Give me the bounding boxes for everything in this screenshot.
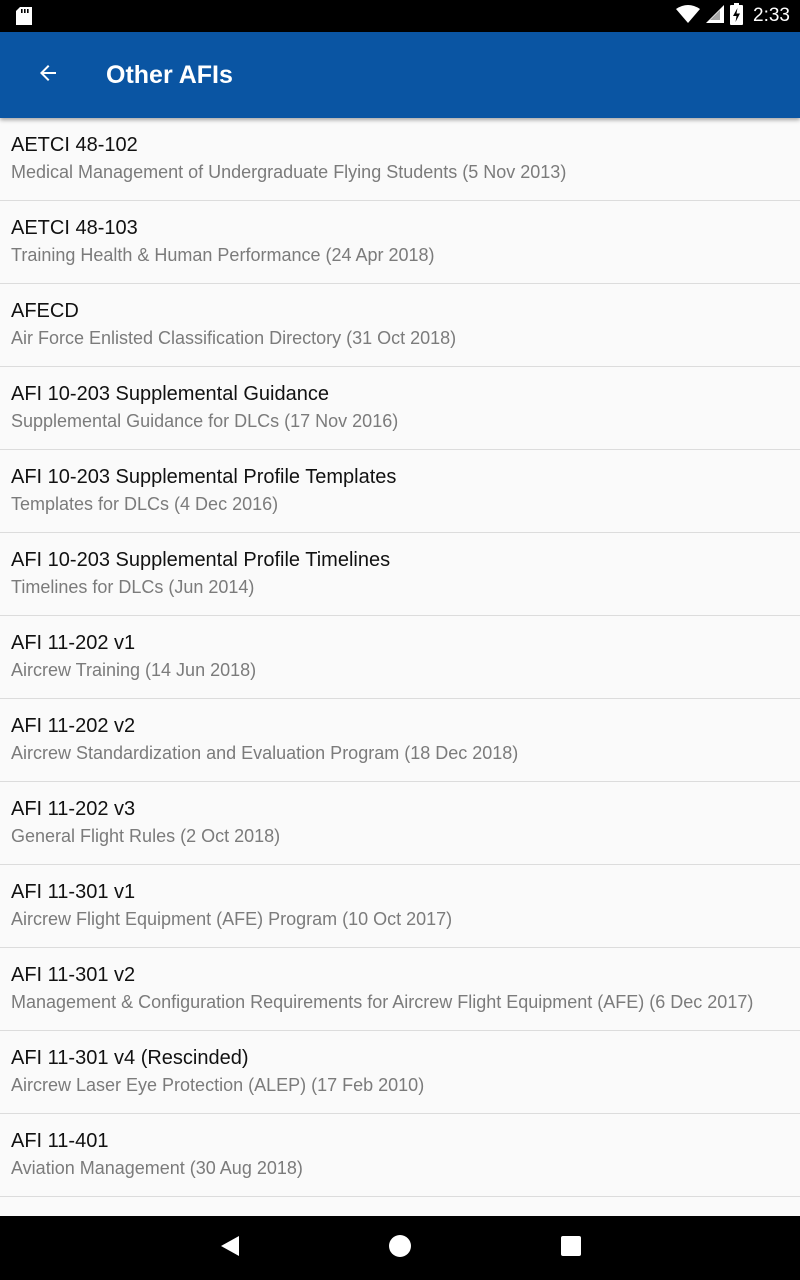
item-title: AFI 11-301 v1 [11,881,136,903]
back-triangle-icon [219,1234,241,1263]
list-item[interactable]: AFI 11-202 v2 Aircrew Standardization an… [0,699,800,782]
list-item[interactable]: AFECD Air Force Enlisted Classification … [0,284,800,367]
item-title: AFI 11-401 [11,1130,109,1152]
list-item[interactable]: AFI 11-401 Aviation Management (30 Aug 2… [0,1114,800,1197]
item-subtitle: Air Force Enlisted Classification Direct… [11,328,457,348]
status-time: 2:33 [753,5,790,26]
item-title: AFI 11-301 v2 [11,964,136,986]
item-subtitle: Medical Management of Undergraduate Flyi… [11,162,567,182]
afi-list: AETCI 48-102 Medical Management of Under… [0,118,800,1216]
item-subtitle: Training Health & Human Performance (24 … [11,245,435,265]
item-subtitle: Timelines for DLCs (Jun 2014) [11,577,255,597]
arrow-back-icon [36,61,60,90]
item-subtitle: Templates for DLCs (4 Dec 2016) [11,494,279,514]
item-subtitle: Aviation Management (30 Aug 2018) [11,1158,303,1178]
list-item[interactable]: AFI 11-202 v1 Aircrew Training (14 Jun 2… [0,616,800,699]
item-subtitle: Aircrew Flight Equipment (AFE) Program (… [11,909,453,929]
item-subtitle: Aircrew Training (14 Jun 2018) [11,660,257,680]
item-subtitle: Aircrew Laser Eye Protection (ALEP) (17 … [11,1075,425,1095]
list-item[interactable]: AFI 11-301 v1 Aircrew Flight Equipment (… [0,865,800,948]
item-title: AFI 11-202 v1 [11,632,136,654]
list-item[interactable]: AFI 10-203 Supplemental Profile Timeline… [0,533,800,616]
item-title: AFI 10-203 Supplemental Profile Timeline… [11,549,391,571]
battery-charging-icon [730,2,744,30]
item-title: AFI 11-202 v3 [11,798,136,820]
item-title: AFI 11-202 v2 [11,715,136,737]
list-item[interactable]: AFI 11-202 v3 General Flight Rules (2 Oc… [0,782,800,865]
item-title: AFECD [11,300,79,322]
item-title: AETCI 48-102 [11,134,138,156]
signal-icon [706,4,725,28]
item-title: AFI 11-301 v4 (Rescinded) [11,1047,249,1069]
status-bar: 2:33 [0,0,800,32]
nav-home-button[interactable] [380,1228,420,1268]
home-circle-icon [388,1234,412,1263]
list-item[interactable]: AFI 10-203 Supplemental Profile Template… [0,450,800,533]
nav-back-button[interactable] [210,1228,250,1268]
nav-recents-button[interactable] [551,1228,591,1268]
item-title: AETCI 48-103 [11,217,138,239]
list-item[interactable]: AFI 11-301 v2 Management & Configuration… [0,948,800,1031]
navigation-bar [0,1216,800,1280]
wifi-icon [676,4,701,28]
sd-card-icon [16,7,32,30]
recents-square-icon [560,1235,582,1262]
app-bar: Other AFIs [0,32,800,118]
item-title: AFI 10-203 Supplemental Profile Template… [11,466,397,488]
item-subtitle: General Flight Rules (2 Oct 2018) [11,826,281,846]
item-title: AFI 10-203 Supplemental Guidance [11,383,329,405]
item-subtitle: Management & Configuration Requirements … [11,992,754,1012]
item-subtitle: Aircrew Standardization and Evaluation P… [11,743,519,763]
list-item[interactable]: AETCI 48-102 Medical Management of Under… [0,118,800,201]
item-subtitle: Supplemental Guidance for DLCs (17 Nov 2… [11,411,399,431]
back-button[interactable] [22,51,74,99]
list-item[interactable]: AFI 11-301 v4 (Rescinded) Aircrew Laser … [0,1031,800,1114]
list-item[interactable]: AFI 10-203 Supplemental Guidance Supplem… [0,367,800,450]
list-item[interactable]: AETCI 48-103 Training Health & Human Per… [0,201,800,284]
page-title: Other AFIs [106,61,233,89]
